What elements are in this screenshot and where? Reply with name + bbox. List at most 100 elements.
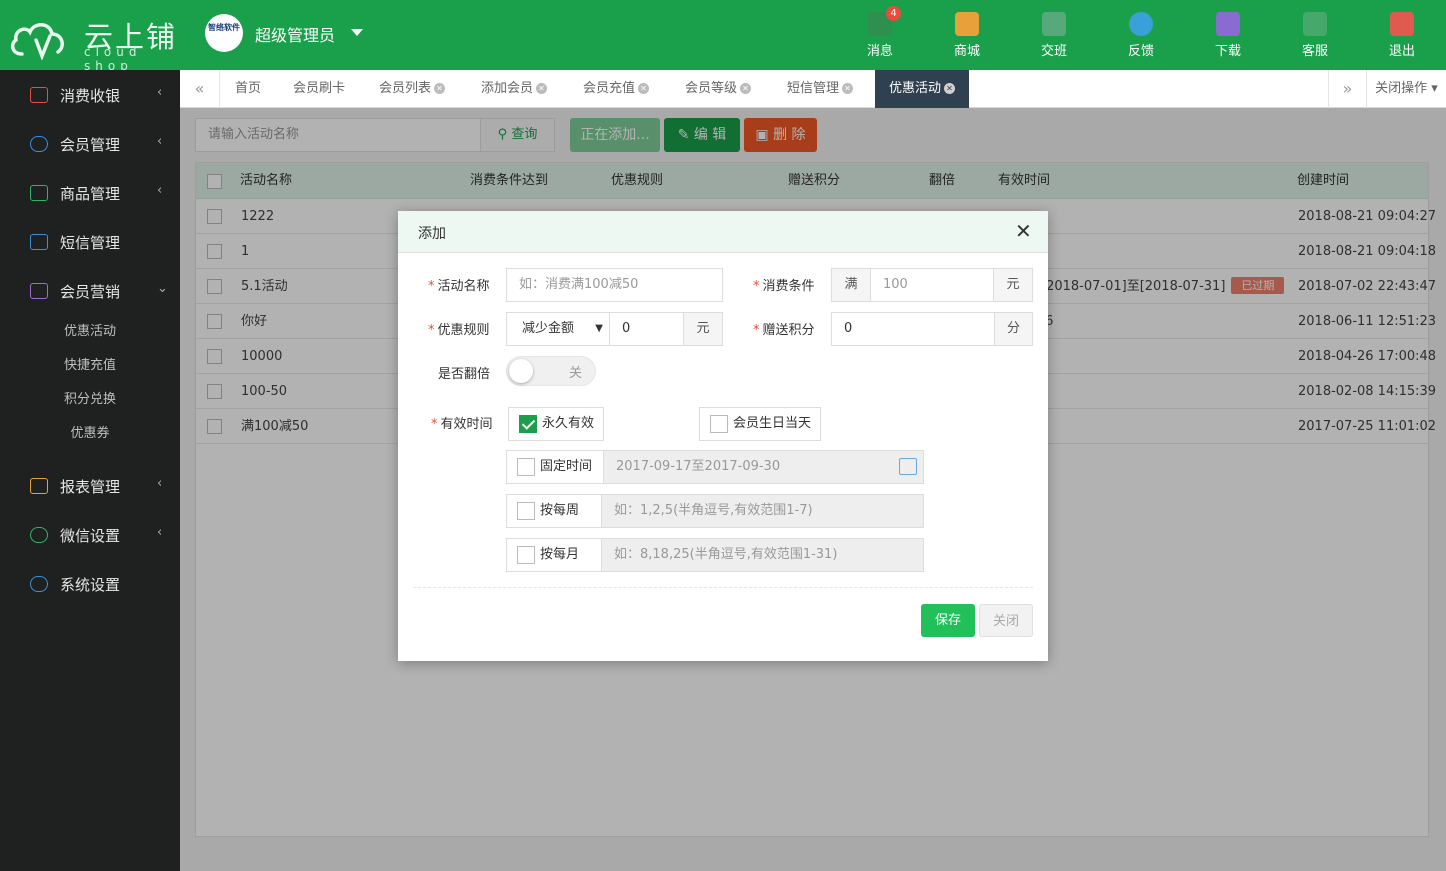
close-icon[interactable]: ✕ bbox=[434, 83, 446, 94]
wechat-icon bbox=[30, 527, 48, 543]
condition-amount-input[interactable]: 100 bbox=[870, 268, 994, 302]
store-icon bbox=[955, 12, 979, 36]
tab-member-list[interactable]: 会员列表 ✕ bbox=[379, 70, 446, 108]
topnav-logout[interactable]: 退出 bbox=[1367, 12, 1437, 59]
sidebar-item-members[interactable]: 会员管理 ‹ bbox=[0, 121, 180, 167]
settings-icon bbox=[30, 576, 48, 592]
tabs-scroll-left-button[interactable]: « bbox=[180, 70, 220, 108]
tab-home[interactable]: 首页 bbox=[235, 70, 261, 108]
sidebar: 消费收银 ‹ 会员管理 ‹ 商品管理 ‹ 短信管理 会员营销 ⌄ 优惠活动 快捷… bbox=[0, 70, 180, 871]
double-toggle[interactable]: 关 bbox=[506, 356, 596, 386]
close-icon[interactable]: ✕ bbox=[638, 83, 650, 94]
checkbox-icon bbox=[517, 502, 535, 520]
toggle-state: 关 bbox=[569, 366, 583, 381]
topnav-feedback[interactable]: 反馈 bbox=[1106, 12, 1176, 59]
discount-unit: 元 bbox=[683, 312, 723, 346]
chart-icon bbox=[30, 478, 48, 494]
topnav-store[interactable]: 商城 bbox=[932, 12, 1002, 59]
brand-logo[interactable]: 云上铺 cloud shop bbox=[8, 12, 178, 73]
chevron-left-icon: ‹ bbox=[157, 85, 163, 100]
fixed-date-range-input[interactable]: 2017-09-17至2017-09-30 bbox=[603, 450, 924, 484]
top-bar: 云上铺 cloud shop 智络软件 超级管理员 4 消息 商城 交班 反馈 … bbox=[0, 0, 1446, 73]
chevron-left-icon: ‹ bbox=[157, 476, 163, 491]
tab-member-recharge[interactable]: 会员充值 ✕ bbox=[583, 70, 650, 108]
condition-label: * 消费条件 bbox=[753, 279, 815, 294]
download-icon bbox=[1216, 12, 1240, 36]
sidebar-subitem-quick-recharge[interactable]: 快捷充值 bbox=[0, 351, 180, 381]
sidebar-item-settings[interactable]: 系统设置 bbox=[0, 561, 180, 607]
condition-unit: 元 bbox=[993, 268, 1033, 302]
add-promotion-dialog: 添加 ✕ * 活动名称 如：消费满100减50 * 消费条件 满 100 元 * 优惠… bbox=[398, 211, 1048, 661]
sidebar-item-reports[interactable]: 报表管理 ‹ bbox=[0, 463, 180, 509]
condition-prefix: 满 bbox=[831, 268, 871, 302]
close-icon[interactable]: ✕ bbox=[1015, 220, 1032, 242]
sms-icon bbox=[30, 234, 48, 250]
close-icon[interactable]: ✕ bbox=[740, 83, 752, 94]
monthly-checkbox[interactable]: 按每月 bbox=[506, 538, 602, 572]
cashier-icon bbox=[30, 87, 48, 103]
checkbox-checked-icon bbox=[519, 415, 537, 433]
tab-bar: « 首页 会员刷卡 会员列表 ✕ 添加会员 ✕ 会员充值 ✕ 会员等级 ✕ 短信管理 ✕ … bbox=[180, 70, 1446, 108]
tab-sms[interactable]: 短信管理 ✕ bbox=[787, 70, 854, 108]
close-icon[interactable]: ✕ bbox=[944, 83, 956, 94]
discount-rule-select[interactable]: 减少金额 ▼ bbox=[506, 312, 610, 346]
save-button[interactable]: 保存 bbox=[921, 604, 975, 637]
valid-time-label: * 有效时间 bbox=[431, 417, 493, 432]
tab-promotions[interactable]: 优惠活动 ✕ bbox=[875, 70, 970, 108]
close-operations-dropdown[interactable]: 关闭操作 ▾ bbox=[1366, 70, 1446, 108]
bonus-points-input[interactable]: 0 bbox=[831, 312, 995, 346]
weekly-checkbox[interactable]: 按每周 bbox=[506, 494, 602, 528]
power-icon bbox=[1390, 12, 1414, 36]
sidebar-item-sms[interactable]: 短信管理 bbox=[0, 219, 180, 265]
close-icon[interactable]: ✕ bbox=[536, 83, 548, 94]
sidebar-item-goods[interactable]: 商品管理 ‹ bbox=[0, 170, 180, 216]
toggle-knob bbox=[509, 359, 533, 383]
calendar-icon[interactable] bbox=[899, 458, 917, 475]
tab-member-level[interactable]: 会员等级 ✕ bbox=[685, 70, 752, 108]
activity-name-input[interactable]: 如：消费满100减50 bbox=[506, 268, 723, 302]
discount-value-input[interactable]: 0 bbox=[609, 312, 684, 346]
fixed-time-checkbox[interactable]: 固定时间 bbox=[506, 450, 604, 484]
close-button[interactable]: 关闭 bbox=[979, 604, 1033, 637]
bonus-points-label: * 赠送积分 bbox=[753, 323, 815, 338]
members-icon bbox=[30, 136, 48, 152]
checkbox-icon bbox=[517, 546, 535, 564]
points-unit: 分 bbox=[994, 312, 1033, 346]
sidebar-item-wechat[interactable]: 微信设置 ‹ bbox=[0, 512, 180, 558]
tab-member-card[interactable]: 会员刷卡 bbox=[293, 70, 345, 108]
forever-valid-checkbox[interactable]: 永久有效 bbox=[508, 407, 604, 441]
topnav-messages[interactable]: 4 消息 bbox=[845, 6, 915, 59]
chevron-down-icon: ⌄ bbox=[157, 281, 168, 296]
dialog-header: 添加 ✕ bbox=[398, 211, 1048, 253]
dialog-divider bbox=[413, 587, 1033, 588]
close-icon[interactable]: ✕ bbox=[842, 83, 854, 94]
sidebar-item-marketing[interactable]: 会员营销 ⌄ bbox=[0, 268, 180, 314]
topnav-download[interactable]: 下载 bbox=[1193, 12, 1263, 59]
monthly-days-input[interactable]: 如：8,18,25(半角逗号,有效范围1-31) bbox=[601, 538, 924, 572]
message-badge: 4 bbox=[886, 6, 901, 21]
birthday-checkbox[interactable]: 会员生日当天 bbox=[699, 407, 821, 441]
avatar: 智络软件 bbox=[205, 14, 243, 52]
chevron-left-icon: ‹ bbox=[157, 525, 163, 540]
weekly-days-input[interactable]: 如：1,2,5(半角逗号,有效范围1-7) bbox=[601, 494, 924, 528]
sidebar-subitem-coupons[interactable]: 优惠券 bbox=[0, 419, 180, 449]
double-label: 是否翻倍 bbox=[438, 367, 491, 382]
tab-add-member[interactable]: 添加会员 ✕ bbox=[481, 70, 548, 108]
sidebar-item-cashier[interactable]: 消费收银 ‹ bbox=[0, 72, 180, 118]
checkbox-icon bbox=[517, 458, 535, 476]
topnav-shift[interactable]: 交班 bbox=[1019, 12, 1089, 59]
swap-icon bbox=[1042, 12, 1066, 36]
gift-icon bbox=[30, 283, 48, 299]
discount-rule-label: * 优惠规则 bbox=[428, 323, 490, 338]
topnav-support[interactable]: 客服 bbox=[1280, 12, 1350, 59]
tabs-scroll-right-button[interactable]: » bbox=[1328, 70, 1366, 108]
chevron-left-icon: ‹ bbox=[157, 183, 163, 198]
activity-name-label: * 活动名称 bbox=[428, 279, 490, 294]
user-name: 超级管理员 bbox=[255, 26, 336, 45]
sidebar-subitem-promotions[interactable]: 优惠活动 bbox=[0, 317, 180, 347]
cloud-logo-icon bbox=[10, 23, 64, 60]
sidebar-subitem-points-exchange[interactable]: 积分兑换 bbox=[0, 385, 180, 415]
dropdown-arrow-icon: ▼ bbox=[595, 323, 603, 334]
chat-icon bbox=[1129, 12, 1153, 36]
support-icon bbox=[1303, 12, 1327, 36]
